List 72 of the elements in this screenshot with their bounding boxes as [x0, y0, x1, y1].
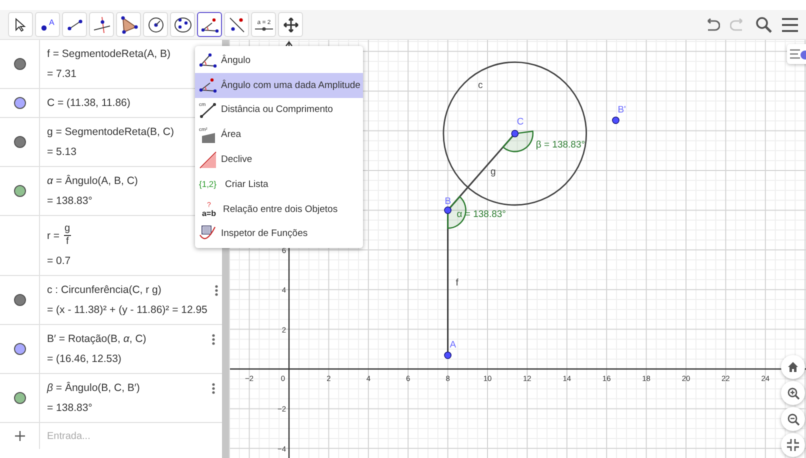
more-options-icon[interactable] [214, 285, 218, 296]
menu-item[interactable]: Ângulo [195, 48, 363, 73]
value-text: = 0.7 [47, 254, 71, 268]
menu-item[interactable]: Ângulo com uma dada Amplitude [195, 72, 363, 98]
definition-text: α = Ângulo(A, B, C) [47, 174, 138, 188]
segment-label: f [456, 278, 458, 289]
perpendicular-lines-icon [92, 16, 110, 34]
more-options-icon[interactable] [212, 334, 214, 345]
zoom-in-button[interactable] [781, 381, 805, 405]
definition-text: r = [47, 230, 60, 242]
input-field[interactable]: Entrada... [40, 423, 219, 449]
point[interactable] [444, 352, 452, 359]
exit-fullscreen-icon [787, 439, 799, 451]
angle-icon [199, 77, 217, 94]
value-text: = 138.83° [47, 401, 92, 415]
ellipse-icon [174, 16, 192, 34]
value-text: = 138.83° [47, 194, 92, 208]
angle-label: β = 138.83° [536, 140, 586, 151]
definition-text: f = SegmentodeReta(A, B) [47, 47, 170, 61]
fraction: g f [64, 223, 72, 248]
zoom-in-icon [786, 386, 800, 400]
visibility-dot[interactable] [14, 392, 26, 404]
slope-triangle-icon [199, 150, 217, 169]
cursor-icon [14, 18, 26, 32]
triangle-icon [120, 16, 138, 34]
point-label: B' [618, 104, 626, 116]
point-label: A [450, 339, 456, 350]
value-text: = (x - 11.38)² + (y - 11.86)² = 12.95 [47, 303, 208, 317]
visibility-dot[interactable] [14, 58, 26, 70]
segment-icon [66, 18, 82, 30]
definition-text: g = SegmentodeReta(B, C) [47, 125, 174, 139]
home-icon [787, 361, 799, 373]
point-label: B [444, 196, 452, 208]
value-text: = 5.13 [47, 145, 76, 159]
value-text: = (16.46, 12.53) [47, 352, 122, 366]
move-arrows-icon [282, 16, 298, 32]
angle-icon [200, 16, 218, 32]
tool-button[interactable]: A [35, 12, 60, 37]
visibility-dot[interactable] [14, 136, 26, 148]
definition-text: β = Ângulo(B, C, B′) [47, 381, 140, 395]
definition-text: C = (11.38, 11.86) [47, 96, 130, 110]
zoom-out-icon [786, 412, 800, 426]
angle-sector [502, 130, 534, 152]
angle-sector [447, 196, 466, 229]
style-bar-button[interactable] [787, 44, 806, 64]
point-label: C [516, 116, 524, 128]
list-icon: {1,2} [199, 177, 221, 192]
visibility-dot[interactable] [14, 185, 26, 197]
line-and-point-icon [228, 16, 246, 34]
menu-item[interactable]: Inspetor de Funções [195, 222, 363, 246]
menu-item[interactable]: Declive [195, 147, 363, 172]
angle-icon [199, 52, 217, 68]
home-button[interactable] [781, 355, 805, 379]
point[interactable] [444, 206, 452, 214]
point[interactable] [612, 116, 620, 124]
menu-item[interactable]: {1,2} Criar Lista [195, 172, 363, 197]
visibility-dot[interactable] [14, 294, 26, 306]
tool-button[interactable] [197, 12, 222, 37]
zoom-out-button[interactable] [781, 407, 805, 431]
visibility-dot[interactable] [14, 343, 26, 355]
definition-text: c : Circunferência(C, r g) [47, 283, 162, 297]
visibility-dot[interactable] [14, 97, 26, 109]
value-text: = 7.31 [47, 67, 76, 81]
more-options-icon[interactable] [212, 383, 214, 394]
definition-text: B′ = Rotação(B, α, C) [47, 332, 146, 346]
exit-fullscreen-button[interactable] [781, 433, 805, 457]
circle-label: c [478, 80, 483, 91]
segment-label: g [490, 166, 496, 178]
circle-icon [146, 16, 164, 34]
search-button[interactable] [754, 14, 774, 34]
plus-icon[interactable] [14, 431, 24, 441]
point[interactable] [511, 130, 519, 138]
